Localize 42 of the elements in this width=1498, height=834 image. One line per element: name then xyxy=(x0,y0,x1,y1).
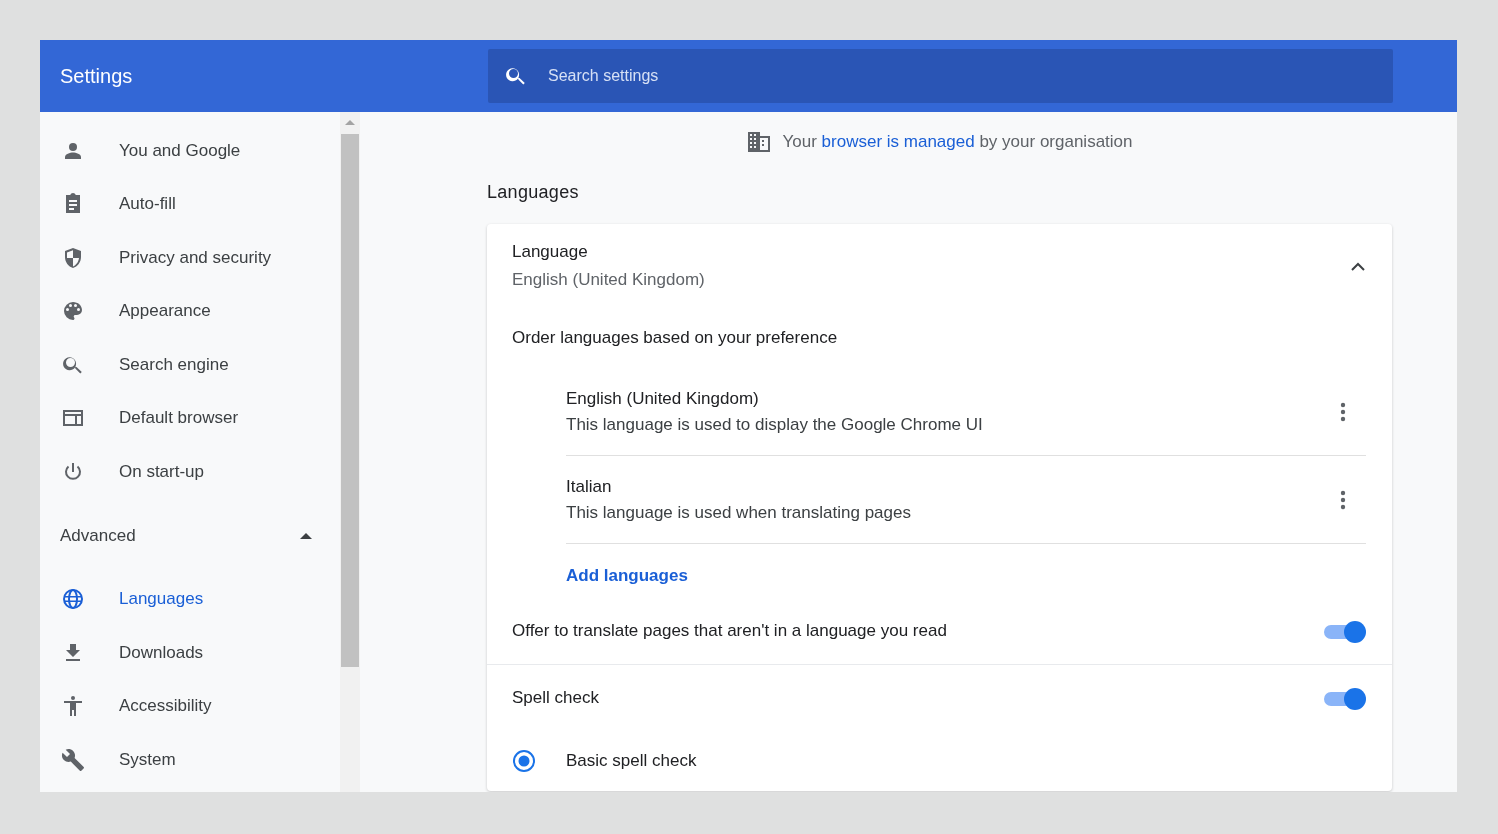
sidebar-item[interactable]: System xyxy=(40,733,340,787)
language-name: Italian xyxy=(566,476,613,497)
radio-label: Basic spell check xyxy=(566,751,697,771)
accessibility-icon xyxy=(61,694,85,719)
radio-button[interactable] xyxy=(512,749,536,773)
caret-icon xyxy=(300,531,312,540)
advanced-section-toggle[interactable]: Advanced xyxy=(40,498,340,573)
sidebar-item[interactable]: You and Google xyxy=(40,124,340,178)
sidebar-item[interactable]: Accessibility xyxy=(40,679,340,733)
setting-value: English (United Kingdom) xyxy=(512,270,705,290)
wrench-icon xyxy=(61,747,85,772)
building-icon xyxy=(746,131,771,153)
sidebar-item[interactable]: Appearance xyxy=(40,284,340,338)
toggle-switch[interactable] xyxy=(1324,621,1366,641)
toggle-switch[interactable] xyxy=(1324,688,1366,708)
sidebar-item[interactable]: Downloads xyxy=(40,626,340,680)
add-languages-link[interactable]: Add languages xyxy=(566,566,688,586)
scrollbar[interactable] xyxy=(340,112,360,792)
language-name: English (United Kingdom) xyxy=(566,388,760,409)
section-title: Languages xyxy=(487,180,580,204)
scroll-up-icon xyxy=(344,118,356,126)
more-menu-icon[interactable] xyxy=(1340,489,1346,510)
search-field[interactable]: Search settings xyxy=(488,49,1393,103)
setting-label: Offer to translate pages that aren't in a language you read xyxy=(512,621,947,641)
globe-icon xyxy=(61,587,85,612)
app-title: Settings xyxy=(59,64,134,88)
sidebar-item[interactable]: On start-up xyxy=(40,445,340,499)
sidebar-item[interactable]: Default browser xyxy=(40,391,340,445)
sidebar-item[interactable]: Privacy and security xyxy=(40,231,340,285)
setting-label: Language xyxy=(512,242,589,262)
scrollbar-thumb[interactable] xyxy=(341,134,359,667)
collapse-icon[interactable] xyxy=(1350,261,1366,271)
order-label: Order languages based on your preference xyxy=(511,327,839,349)
language-description: This language is used to display the Google Chrome UI xyxy=(566,414,983,435)
sidebar-item[interactable]: Search engine xyxy=(40,338,340,392)
sidebar-item[interactable]: Languages xyxy=(40,572,340,626)
language-description: This language is used when translating pages xyxy=(566,502,911,523)
setting-label: Spell check xyxy=(512,688,599,708)
more-menu-icon[interactable] xyxy=(1340,401,1346,422)
managed-notice: Your browser is managed by your organisation xyxy=(782,132,1133,152)
sidebar-item[interactable]: Auto-fill xyxy=(40,177,340,231)
managed-link[interactable]: browser is managed xyxy=(821,132,975,151)
